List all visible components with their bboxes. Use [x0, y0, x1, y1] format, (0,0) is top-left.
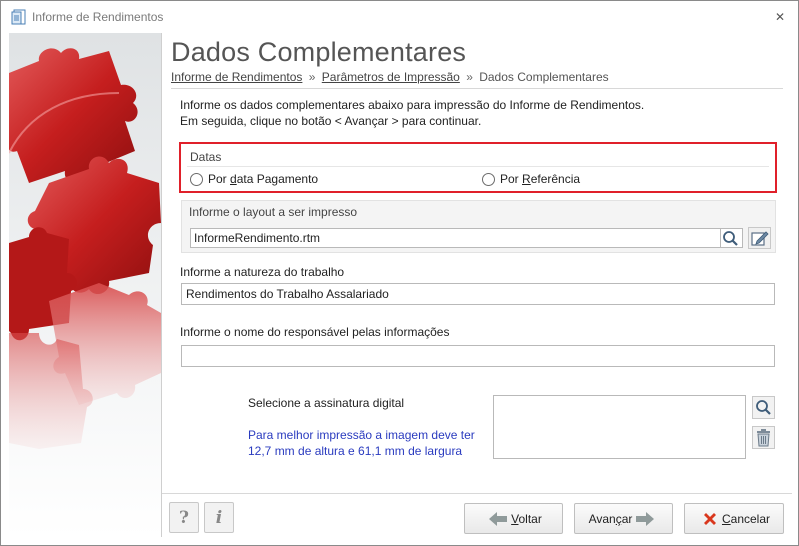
trash-icon: [757, 429, 770, 447]
intro-line-1: Informe os dados complementares abaixo p…: [180, 98, 645, 112]
search-icon: [723, 231, 738, 246]
layout-label: Informe o layout a ser impresso: [189, 205, 358, 219]
breadcrumb-separator: »: [308, 70, 316, 84]
page-title: Dados Complementares: [171, 37, 467, 67]
assinatura-search-button[interactable]: [752, 396, 775, 419]
breadcrumb-separator: »: [466, 70, 473, 84]
help-button[interactable]: ?: [169, 502, 199, 533]
voltar-button[interactable]: Voltar: [464, 503, 563, 534]
layout-file-input[interactable]: [190, 228, 721, 248]
breadcrumb-current: Dados Complementares: [479, 70, 609, 84]
datas-label: Datas: [190, 150, 222, 164]
intro-line-2: Em seguida, clique no botão < Avançar > …: [180, 114, 482, 128]
radio-circle[interactable]: [482, 172, 495, 186]
window-title: Informe de Rendimentos: [32, 10, 164, 24]
puzzle-illustration: [9, 33, 161, 537]
edit-icon: [751, 231, 769, 246]
assinatura-label: Selecione a assinatura digital: [248, 396, 405, 410]
help-icon: ?: [179, 507, 189, 528]
info-button[interactable]: i: [204, 502, 234, 533]
responsavel-input[interactable]: [181, 345, 775, 367]
close-icon[interactable]: ✕: [772, 9, 788, 25]
header-divider: [171, 88, 783, 89]
radio-data-pagamento-label: Por data Pagamento: [208, 172, 319, 186]
layout-search-button[interactable]: [721, 228, 743, 248]
app-icon: [11, 9, 26, 25]
cancel-x-icon: [703, 512, 716, 525]
intro-text: Informe os dados complementares abaixo p…: [180, 97, 644, 129]
assinatura-hint: Para melhor impressão a imagem deve ter …: [248, 427, 475, 459]
assinatura-hint-line-1: Para melhor impressão a imagem deve ter: [248, 428, 475, 442]
info-icon: i: [215, 507, 223, 528]
responsavel-label: Informe o nome do responsável pelas info…: [180, 325, 450, 339]
voltar-label: Voltar: [511, 511, 542, 526]
assinatura-delete-button[interactable]: [752, 426, 775, 449]
breadcrumb-informe-rendimentos[interactable]: Informe de Rendimentos: [171, 70, 302, 84]
avancar-label: Avançar: [588, 511, 633, 526]
cancelar-button[interactable]: Cancelar: [684, 503, 784, 534]
cancelar-label: Cancelar: [721, 511, 771, 526]
radio-circle[interactable]: [190, 172, 203, 186]
footer-divider: [162, 493, 792, 494]
layout-group: Informe o layout a ser impresso: [181, 200, 776, 253]
breadcrumb-parametros-impressao[interactable]: Parâmetros de Impressão: [322, 70, 460, 84]
arrow-right-icon: [636, 511, 655, 526]
dialog-window: Informe de Rendimentos ✕ Dados Complemen…: [0, 0, 799, 546]
assinatura-hint-line-2: 12,7 mm de altura e 61,1 mm de largura: [248, 444, 463, 458]
search-icon: [756, 400, 771, 415]
avancar-button[interactable]: Avançar: [574, 503, 673, 534]
assinatura-image-box[interactable]: [493, 395, 746, 459]
content-panel: Dados Complementares Informe de Rendimen…: [162, 33, 792, 537]
arrow-left-icon: [489, 511, 508, 526]
breadcrumb: Informe de Rendimentos » Parâmetros de I…: [171, 70, 609, 84]
datas-divider: [187, 166, 769, 167]
title-bar: Informe de Rendimentos ✕: [1, 1, 798, 33]
datas-group: Datas Por data Pagamento Por Referência: [179, 142, 777, 193]
radio-referencia-label: Por Referência: [500, 172, 581, 186]
radio-data-pagamento[interactable]: Por data Pagamento: [190, 172, 318, 186]
radio-referencia[interactable]: Por Referência: [482, 172, 580, 186]
natureza-input[interactable]: [181, 283, 775, 305]
layout-edit-button[interactable]: [748, 227, 771, 249]
natureza-label: Informe a natureza do trabalho: [180, 265, 345, 279]
